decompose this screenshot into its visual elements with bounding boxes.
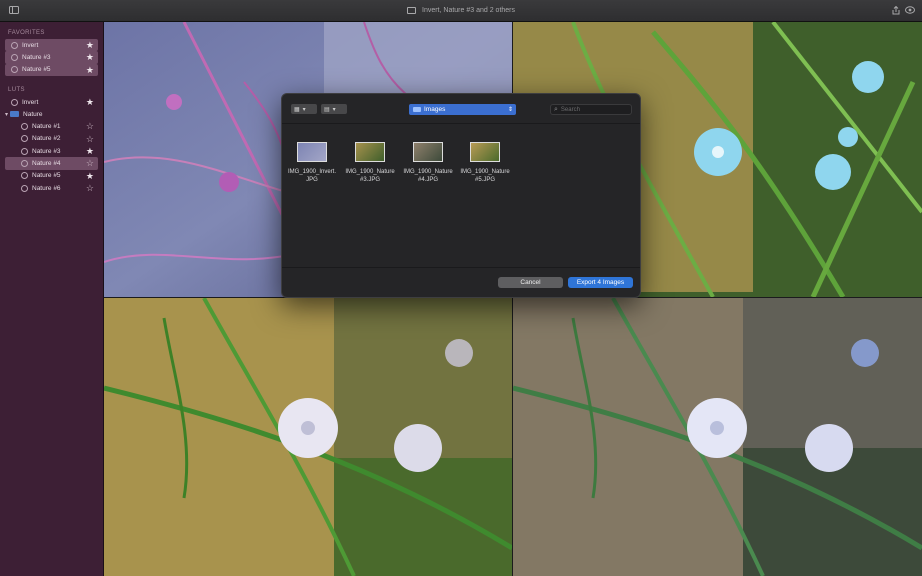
lut-item-invert[interactable]: Invert ★ [5, 96, 98, 108]
folder-label: Nature [23, 110, 43, 118]
share-icon[interactable] [890, 5, 902, 15]
lut-icon [11, 53, 18, 61]
favorite-item-nature-5[interactable]: Nature #5 ★ [5, 63, 98, 76]
favorite-item-nature-3[interactable]: Nature #3 ★ [5, 51, 98, 64]
photo-nature-4[interactable] [104, 298, 512, 576]
export-dialog: ▦ ▾ ▤ ▾ Images ⇕ ⌕ Search IMG_1900_Inver… [281, 93, 641, 298]
list-view-icon: ▤ [324, 106, 330, 113]
list-view-toggle[interactable]: ▤ ▾ [321, 104, 347, 114]
search-icon: ⌕ [554, 105, 558, 113]
file-name-line2: JPG [306, 177, 318, 183]
file-name-line2: #3.JPG [359, 177, 380, 183]
star-outline-icon[interactable]: ☆ [86, 121, 94, 131]
file-name-line2: #5.JPG [474, 177, 495, 183]
file-name-line1: IMG_1900_Nature [403, 169, 453, 175]
favorite-item-label: Nature #3 [22, 53, 51, 61]
file-thumbnail [413, 142, 443, 162]
chevron-down-icon: ▾ [302, 106, 306, 113]
star-icon[interactable]: ★ [86, 40, 94, 50]
lut-icon [11, 41, 18, 49]
export-button[interactable]: Export 4 Images [568, 277, 633, 288]
file-item[interactable]: IMG_1900_Nature #5.JPG [455, 142, 515, 184]
folder-icon [413, 107, 421, 112]
file-item[interactable]: IMG_1900_Nature #4.JPG [398, 142, 458, 184]
star-icon[interactable]: ★ [86, 171, 94, 181]
window-title: Invert, Nature #3 and 2 others [407, 7, 515, 14]
star-icon[interactable]: ★ [86, 65, 94, 75]
lut-icon [11, 98, 18, 106]
lut-icon [21, 184, 28, 192]
title-bar: Invert, Nature #3 and 2 others [0, 0, 922, 22]
star-icon[interactable]: ★ [86, 52, 94, 62]
cancel-button[interactable]: Cancel [498, 277, 563, 288]
lut-item-label: Nature #6 [32, 184, 61, 192]
star-outline-icon[interactable]: ☆ [86, 134, 94, 144]
search-placeholder: Search [560, 106, 580, 113]
lut-item-nature-3[interactable]: Nature #3 ★ [5, 145, 98, 157]
folder-nature[interactable]: ▾ Nature [5, 108, 98, 120]
lut-item-label: Nature #3 [32, 147, 61, 155]
chevron-down-icon[interactable]: ▾ [5, 111, 8, 118]
chevron-down-icon: ▾ [332, 106, 336, 113]
file-name-line1: IMG_1900_Nature [460, 169, 510, 175]
lut-icon [21, 135, 28, 143]
lut-item-nature-2[interactable]: Nature #2 ☆ [5, 133, 98, 145]
lut-icon [21, 172, 28, 180]
luts-title: LUTS [8, 86, 25, 93]
lut-item-nature-6[interactable]: Nature #6 ☆ [5, 182, 98, 194]
favorite-item-invert[interactable]: Invert ★ [5, 39, 98, 52]
star-outline-icon[interactable]: ☆ [86, 158, 94, 168]
lut-item-label: Nature #5 [32, 172, 61, 180]
file-item[interactable]: IMG_1900_Nature #3.JPG [340, 142, 400, 184]
file-thumbnail [355, 142, 385, 162]
window-title-text: Invert, Nature #3 and 2 others [422, 7, 515, 14]
photo-nature-5[interactable] [513, 298, 922, 576]
location-label: Images [424, 106, 446, 113]
favorite-item-label: Nature #5 [22, 66, 51, 74]
sidebar: FAVORITES Invert ★ Nature #3 ★ Nature #5… [0, 22, 104, 576]
lut-item-label: Invert [22, 98, 39, 106]
file-name-line1: IMG_1900_Invert. [287, 169, 337, 175]
grid-view-icon: ▦ [294, 106, 300, 113]
search-field[interactable]: ⌕ Search [550, 104, 632, 115]
lut-icon [21, 123, 28, 131]
lut-icon [21, 147, 28, 155]
favorites-title: FAVORITES [8, 30, 45, 36]
dialog-footer: Cancel Export 4 Images [282, 267, 640, 297]
lut-item-nature-1[interactable]: Nature #1 ☆ [5, 120, 98, 132]
sidebar-toggle-icon[interactable] [8, 5, 20, 15]
location-select[interactable]: Images ⇕ [409, 104, 516, 115]
file-name-line2: #4.JPG [417, 177, 438, 183]
window-icon [407, 7, 416, 14]
star-icon[interactable]: ★ [86, 146, 94, 156]
file-thumbnail [297, 142, 327, 162]
lut-item-label: Nature #4 [32, 160, 61, 168]
file-list: IMG_1900_Invert. JPG IMG_1900_Nature #3.… [282, 142, 640, 202]
lut-icon [21, 160, 28, 168]
grid-view-toggle[interactable]: ▦ ▾ [291, 104, 317, 114]
lut-item-label: Nature #1 [32, 123, 61, 131]
file-item[interactable]: IMG_1900_Invert. JPG [282, 142, 342, 184]
file-name-line1: IMG_1900_Nature [345, 169, 395, 175]
eye-icon[interactable] [904, 5, 916, 15]
lut-item-nature-5[interactable]: Nature #5 ★ [5, 170, 98, 182]
lut-item-label: Nature #2 [32, 135, 61, 143]
star-icon[interactable]: ★ [86, 97, 94, 107]
file-thumbnail [470, 142, 500, 162]
lut-item-nature-4[interactable]: Nature #4 ☆ [5, 157, 98, 170]
dialog-toolbar: ▦ ▾ ▤ ▾ Images ⇕ ⌕ Search [282, 94, 640, 124]
folder-icon [10, 111, 20, 118]
lut-icon [11, 66, 18, 74]
star-outline-icon[interactable]: ☆ [86, 183, 94, 193]
favorite-item-label: Invert [22, 41, 39, 49]
updown-chevron-icon: ⇕ [507, 107, 513, 113]
